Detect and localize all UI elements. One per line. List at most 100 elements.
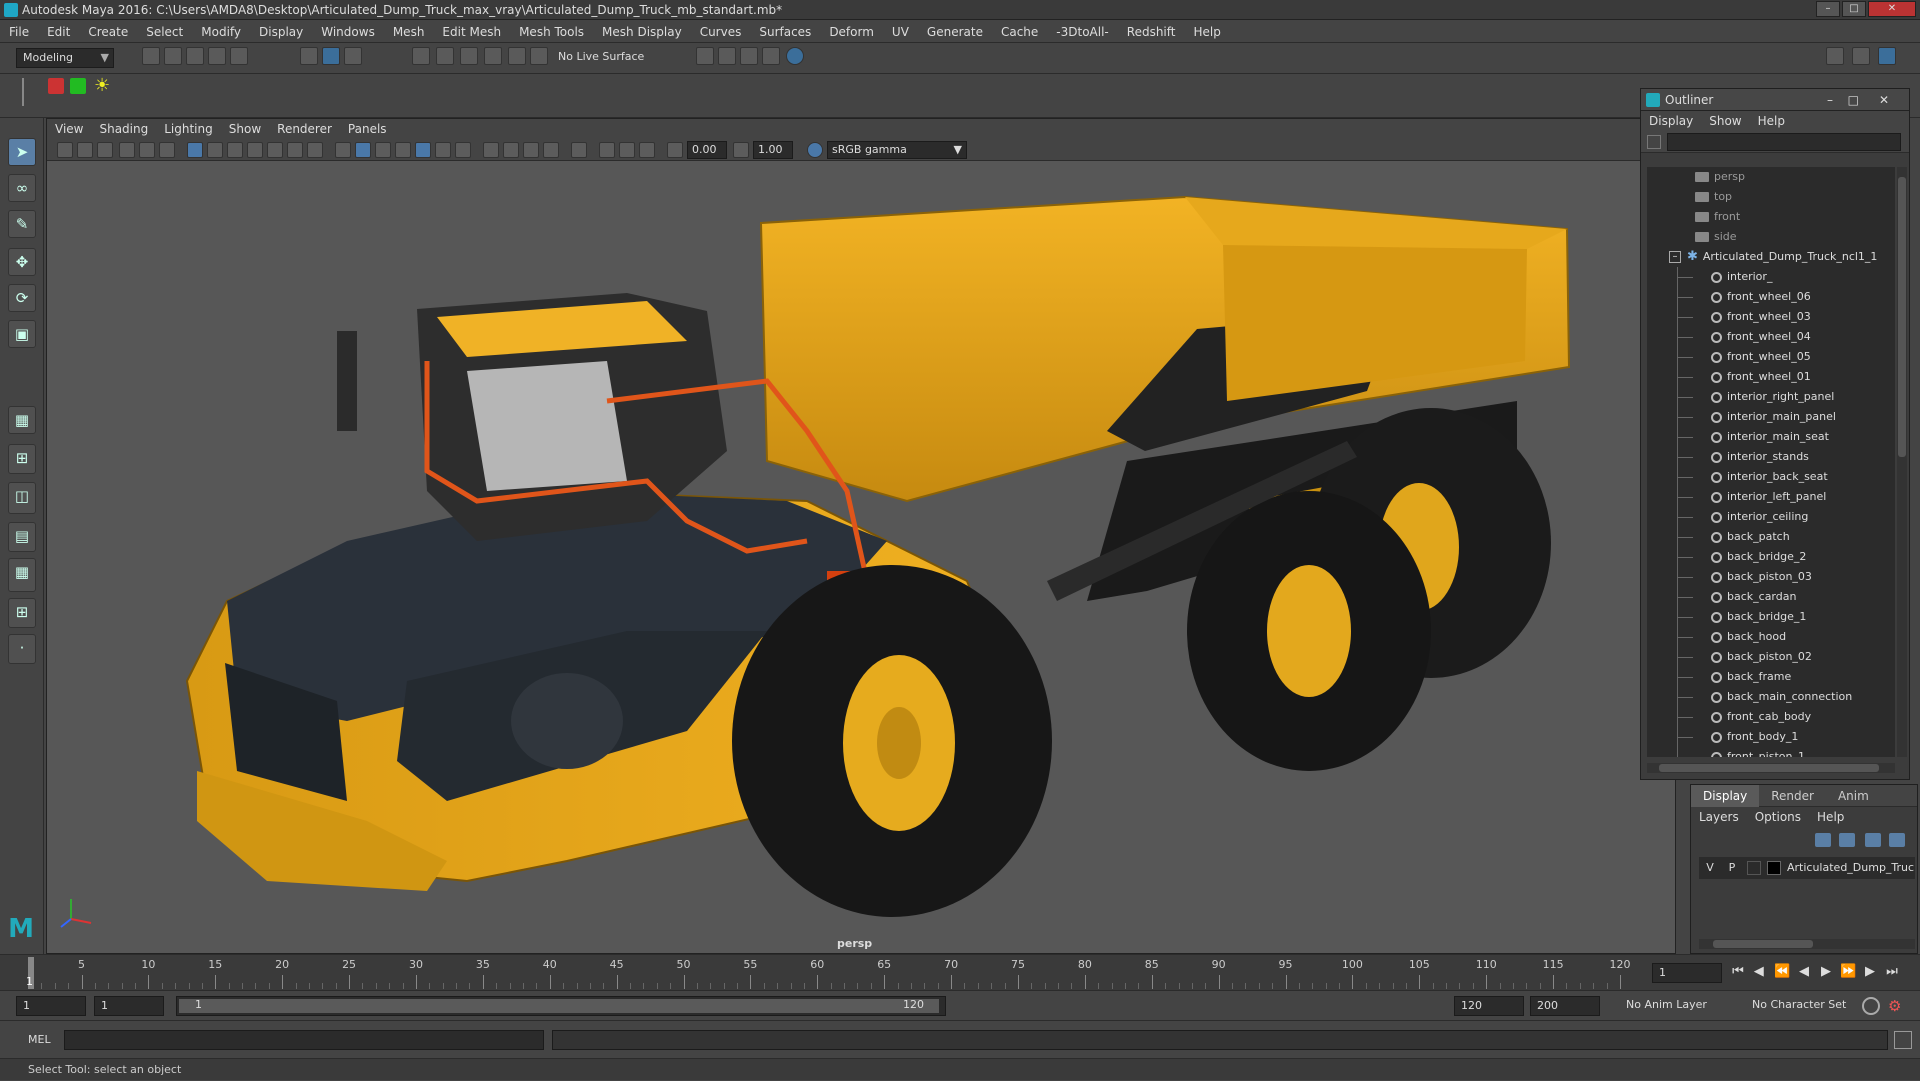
outliner-minimize-button[interactable]: – (1827, 89, 1833, 111)
snap-curve-icon[interactable] (436, 47, 454, 65)
new-layer-selected-icon[interactable] (1889, 833, 1905, 847)
outliner-item-front[interactable]: front (1647, 207, 1895, 227)
gamma-icon[interactable] (733, 142, 749, 158)
menu-surfaces[interactable]: Surfaces (750, 21, 820, 43)
snap-surface-icon[interactable] (508, 47, 526, 65)
menu-generate[interactable]: Generate (918, 21, 992, 43)
menu-display[interactable]: Display (250, 21, 312, 43)
persp-outliner-layout-icon[interactable]: ▤ (8, 522, 36, 552)
close-button[interactable]: ✕ (1868, 1, 1916, 17)
mode-selector[interactable]: Modeling ▼ (16, 48, 114, 68)
view-transform-select[interactable]: sRGB gamma ▼ (827, 141, 967, 159)
time-ruler[interactable]: 5 10 15 20 25 30 35 40 45 50 55 60 65 70 75 80 85 90 95 100… (28, 955, 1640, 991)
outliner-child[interactable]: interior_back_seat (1647, 467, 1895, 487)
exposure-field[interactable]: 0.00 (687, 141, 727, 159)
single-view-layout-icon[interactable]: ▦ (8, 406, 36, 434)
outliner-child[interactable]: front_body_1 (1647, 727, 1895, 747)
isolate-select-icon[interactable] (571, 142, 587, 158)
two-d-pan-icon[interactable] (139, 142, 155, 158)
menu-mesh-tools[interactable]: Mesh Tools (510, 21, 593, 43)
scrollbar-thumb[interactable] (1898, 177, 1906, 457)
outliner-child[interactable]: interior_ (1647, 267, 1895, 287)
vp-menu-lighting[interactable]: Lighting (156, 119, 221, 139)
outliner-horizontal-scrollbar[interactable] (1647, 763, 1895, 773)
textured-icon[interactable] (415, 142, 431, 158)
menu-3dtoall[interactable]: -3DtoAll- (1047, 21, 1117, 43)
green-shelf-icon[interactable] (70, 78, 86, 94)
motion-blur-icon[interactable] (503, 142, 519, 158)
start-time-field[interactable]: 1 (16, 996, 86, 1016)
select-by-object-icon[interactable] (322, 47, 340, 65)
custom-layout-icon[interactable]: · (8, 634, 36, 664)
menu-file[interactable]: File (0, 21, 38, 43)
film-gate-icon[interactable] (207, 142, 223, 158)
outliner-vertical-scrollbar[interactable] (1897, 167, 1907, 757)
scrollbar-thumb[interactable] (1659, 764, 1879, 772)
menu-redshift[interactable]: Redshift (1118, 21, 1185, 43)
undo-icon[interactable] (208, 47, 226, 65)
step-back-key-icon[interactable]: ⏪ (1774, 964, 1790, 980)
live-surface-field[interactable]: No Live Surface (552, 48, 658, 68)
outliner-child[interactable]: front_wheel_03 (1647, 307, 1895, 327)
playback-end-field[interactable]: 120 (1454, 996, 1524, 1016)
script-language-label[interactable]: MEL (28, 1033, 51, 1046)
anim-layer-select[interactable]: No Anim Layer (1620, 996, 1738, 1016)
shelf-menu-icon[interactable] (22, 78, 34, 106)
outliner-child[interactable]: front_cab_body (1647, 707, 1895, 727)
range-slider[interactable]: 1 120 (176, 996, 946, 1016)
shadows-icon[interactable] (455, 142, 471, 158)
xray-joints-icon[interactable] (619, 142, 635, 158)
outliner-item-group[interactable]: – ✱ Articulated_Dump_Truck_ncl1_1 (1647, 247, 1895, 267)
outliner-child[interactable]: back_cardan (1647, 587, 1895, 607)
vp-menu-show[interactable]: Show (221, 119, 269, 139)
layer-menu-layers[interactable]: Layers (1691, 807, 1747, 827)
outliner-child[interactable]: front_piston_1 (1647, 747, 1895, 757)
outliner-menu-display[interactable]: Display (1641, 111, 1701, 131)
scrollbar-thumb[interactable] (1713, 940, 1813, 948)
layer-scrollbar[interactable] (1699, 939, 1915, 949)
grid-toggle-icon[interactable] (187, 142, 203, 158)
layer-type-toggle[interactable] (1747, 861, 1761, 875)
menu-create[interactable]: Create (79, 21, 137, 43)
layer-visibility-toggle[interactable]: V (1703, 857, 1717, 879)
camera-attributes-icon[interactable] (77, 142, 93, 158)
vp-menu-view[interactable]: View (47, 119, 91, 139)
snap-view-icon[interactable] (484, 47, 502, 65)
minimize-button[interactable]: – (1816, 1, 1840, 17)
outliner-child[interactable]: back_frame (1647, 667, 1895, 687)
grease-pencil-icon[interactable] (159, 142, 175, 158)
save-scene-icon[interactable] (186, 47, 204, 65)
go-to-start-icon[interactable]: ⏮ (1730, 964, 1746, 980)
outliner-child[interactable]: interior_right_panel (1647, 387, 1895, 407)
render-settings-icon[interactable] (696, 47, 714, 65)
menu-select[interactable]: Select (137, 21, 192, 43)
move-layer-down-icon[interactable] (1839, 833, 1855, 847)
lasso-tool-icon[interactable]: ∞ (8, 174, 36, 202)
step-forward-frame-icon[interactable]: ▶ (1862, 964, 1878, 980)
multisample-aa-icon[interactable] (523, 142, 539, 158)
wireframe-icon[interactable] (335, 142, 351, 158)
filter-icon[interactable] (1647, 135, 1661, 149)
outliner-child[interactable]: back_hood (1647, 627, 1895, 647)
command-input[interactable] (64, 1030, 544, 1050)
new-layer-icon[interactable] (1865, 833, 1881, 847)
outliner-maximize-button[interactable]: □ (1848, 89, 1859, 111)
xray-components-icon[interactable] (639, 142, 655, 158)
image-plane-icon[interactable] (119, 142, 135, 158)
render-view-icon[interactable] (762, 47, 780, 65)
open-scene-icon[interactable] (164, 47, 182, 65)
screen-space-ao-icon[interactable] (483, 142, 499, 158)
range-slider-handle[interactable] (179, 999, 939, 1013)
outliner-item-side[interactable]: side (1647, 227, 1895, 247)
outliner-search-input[interactable] (1667, 133, 1901, 151)
tab-render[interactable]: Render (1759, 785, 1826, 807)
step-back-frame-icon[interactable]: ◀ (1752, 964, 1768, 980)
menu-modify[interactable]: Modify (192, 21, 250, 43)
redo-icon[interactable] (230, 47, 248, 65)
menu-cache[interactable]: Cache (992, 21, 1047, 43)
outliner-child[interactable]: front_wheel_06 (1647, 287, 1895, 307)
play-forwards-icon[interactable]: ▶ (1818, 964, 1834, 980)
layer-color-swatch[interactable] (1767, 861, 1781, 875)
perspective-viewport[interactable]: View Shading Lighting Show Renderer Panels 0.… (46, 118, 1676, 954)
render-frame-icon[interactable] (718, 47, 736, 65)
